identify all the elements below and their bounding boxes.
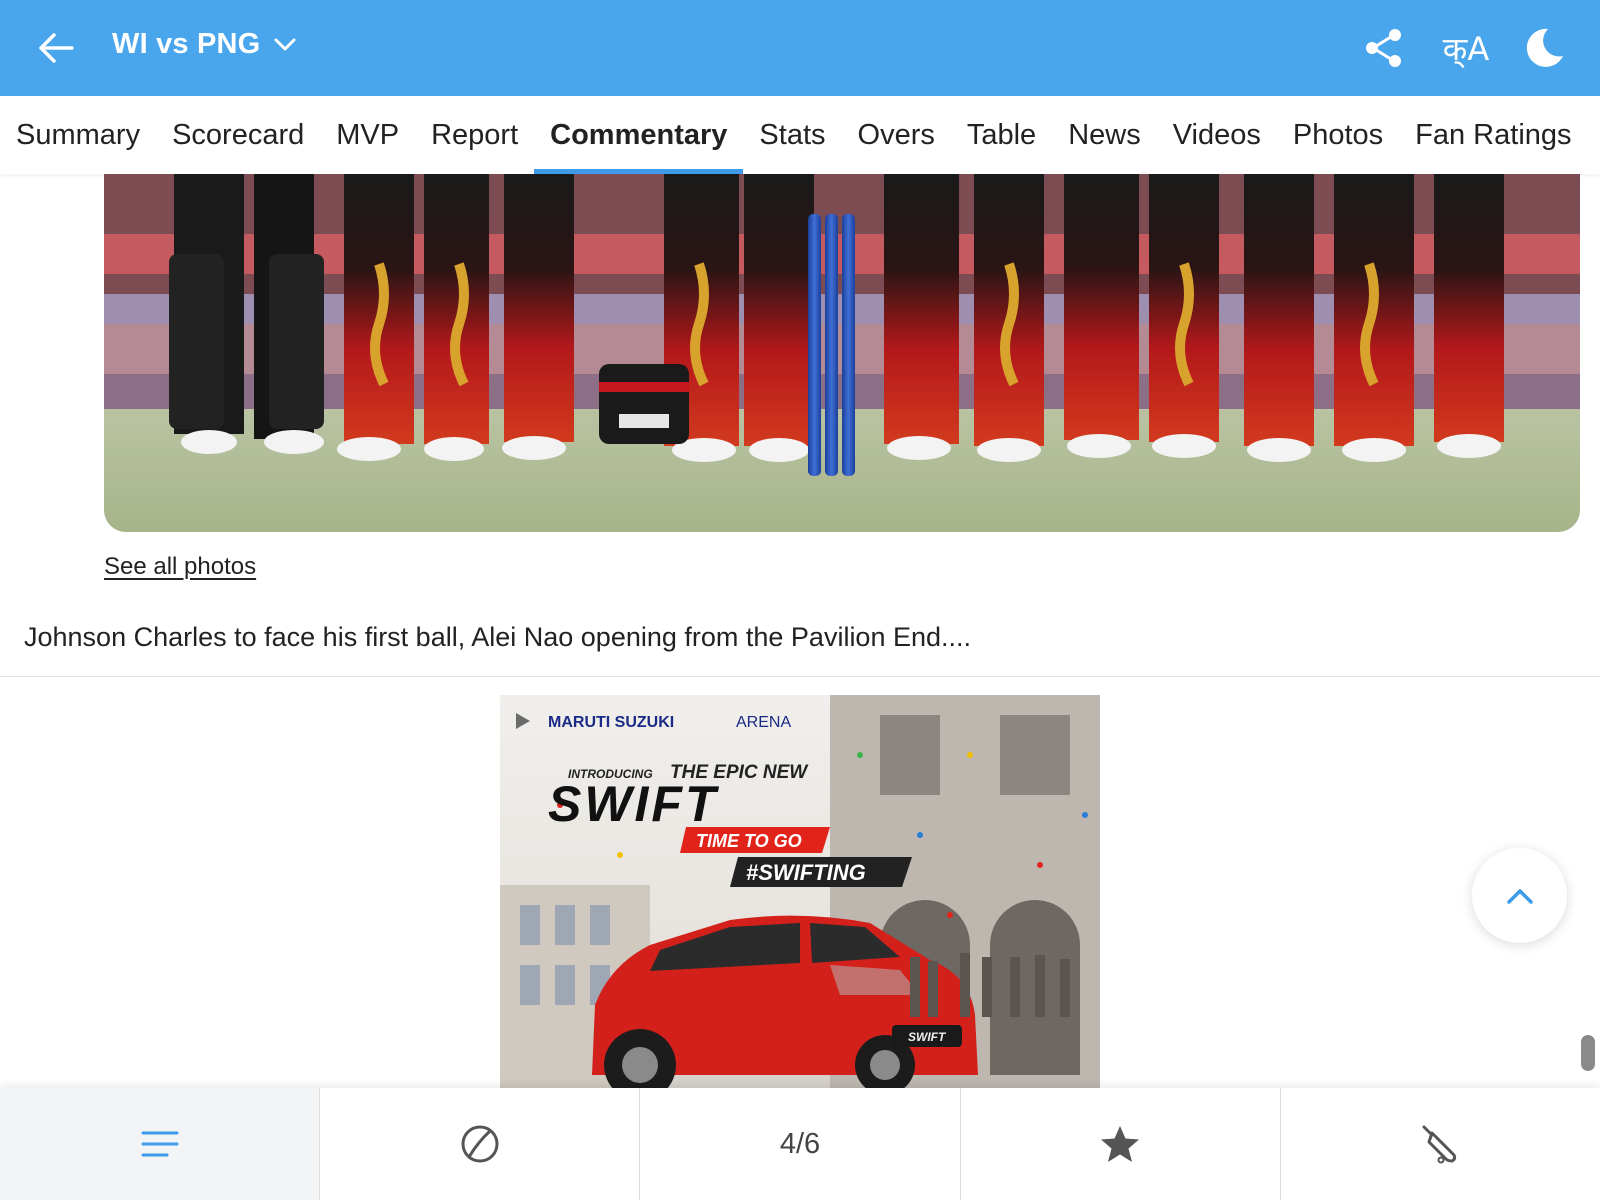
share-button[interactable] bbox=[1360, 24, 1408, 72]
ad-brand: MARUTI SUZUKI bbox=[548, 714, 674, 731]
top-app-bar: WI vs PNG क्A bbox=[0, 0, 1600, 96]
live-ball-button[interactable] bbox=[320, 1088, 641, 1200]
tab-summary[interactable]: Summary bbox=[0, 96, 156, 174]
tab-videos[interactable]: Videos bbox=[1157, 96, 1277, 174]
moon-icon bbox=[1526, 28, 1563, 67]
language-button[interactable]: क्A bbox=[1436, 24, 1496, 72]
match-photo[interactable] bbox=[104, 174, 1580, 532]
menu-button[interactable] bbox=[0, 1088, 321, 1200]
match-title: WI vs PNG bbox=[112, 28, 261, 60]
see-all-photos-link[interactable]: See all photos bbox=[104, 553, 256, 581]
advertisement-banner[interactable]: MARUTI SUZUKI ARENA INTRODUCING THE EPIC… bbox=[500, 695, 1100, 1088]
players-huddle-image bbox=[104, 174, 1580, 532]
chevron-down-icon bbox=[274, 38, 296, 50]
scroll-to-top-button[interactable] bbox=[1472, 848, 1567, 943]
tab-mvp[interactable]: MVP bbox=[320, 96, 415, 174]
tab-bar: Summary Scorecard MVP Report Commentary … bbox=[0, 96, 1600, 174]
back-button[interactable] bbox=[34, 26, 78, 70]
divider bbox=[0, 676, 1600, 677]
ad-plate: SWIFT bbox=[908, 1030, 947, 1044]
page-indicator-text: 4/6 bbox=[779, 1127, 821, 1160]
commentary-text: Johnson Charles to face his first ball, … bbox=[24, 622, 972, 652]
page-indicator[interactable]: 4/6 bbox=[640, 1088, 961, 1200]
ad-model: SWIFT bbox=[548, 776, 720, 832]
share-icon bbox=[1366, 29, 1401, 67]
tab-table[interactable]: Table bbox=[951, 96, 1052, 174]
ad-tagline: TIME TO GO bbox=[696, 831, 802, 851]
cricket-bat-icon bbox=[1422, 1125, 1457, 1164]
tab-fan-ratings[interactable]: Fan Ratings bbox=[1399, 96, 1587, 174]
favorite-button[interactable] bbox=[961, 1088, 1281, 1200]
ad-hashtag: #SWIFTING bbox=[746, 860, 866, 885]
chevron-up-icon bbox=[1506, 888, 1533, 904]
tab-scorecard[interactable]: Scorecard bbox=[156, 96, 320, 174]
bottom-navigation: 4/6 bbox=[0, 1088, 1600, 1200]
scrollbar-thumb[interactable] bbox=[1581, 1035, 1595, 1071]
tab-report[interactable]: Report bbox=[415, 96, 534, 174]
star-icon bbox=[1101, 1126, 1140, 1162]
dark-mode-toggle[interactable] bbox=[1520, 24, 1568, 72]
ad-artwork: MARUTI SUZUKI ARENA INTRODUCING THE EPIC… bbox=[500, 695, 1100, 1088]
cricket-ball-icon bbox=[461, 1125, 499, 1163]
tab-overs[interactable]: Overs bbox=[842, 96, 951, 174]
tab-news[interactable]: News bbox=[1052, 96, 1157, 174]
language-icon: क्A bbox=[1442, 29, 1490, 68]
match-selector[interactable]: WI vs PNG bbox=[112, 28, 296, 61]
tab-commentary[interactable]: Commentary bbox=[534, 96, 744, 174]
menu-lines-icon bbox=[141, 1131, 179, 1157]
tab-stats[interactable]: Stats bbox=[743, 96, 841, 174]
arrow-left-icon bbox=[39, 33, 74, 63]
ad-brand-suffix: ARENA bbox=[736, 714, 791, 731]
tab-photos[interactable]: Photos bbox=[1277, 96, 1399, 174]
batting-button[interactable] bbox=[1281, 1088, 1600, 1200]
